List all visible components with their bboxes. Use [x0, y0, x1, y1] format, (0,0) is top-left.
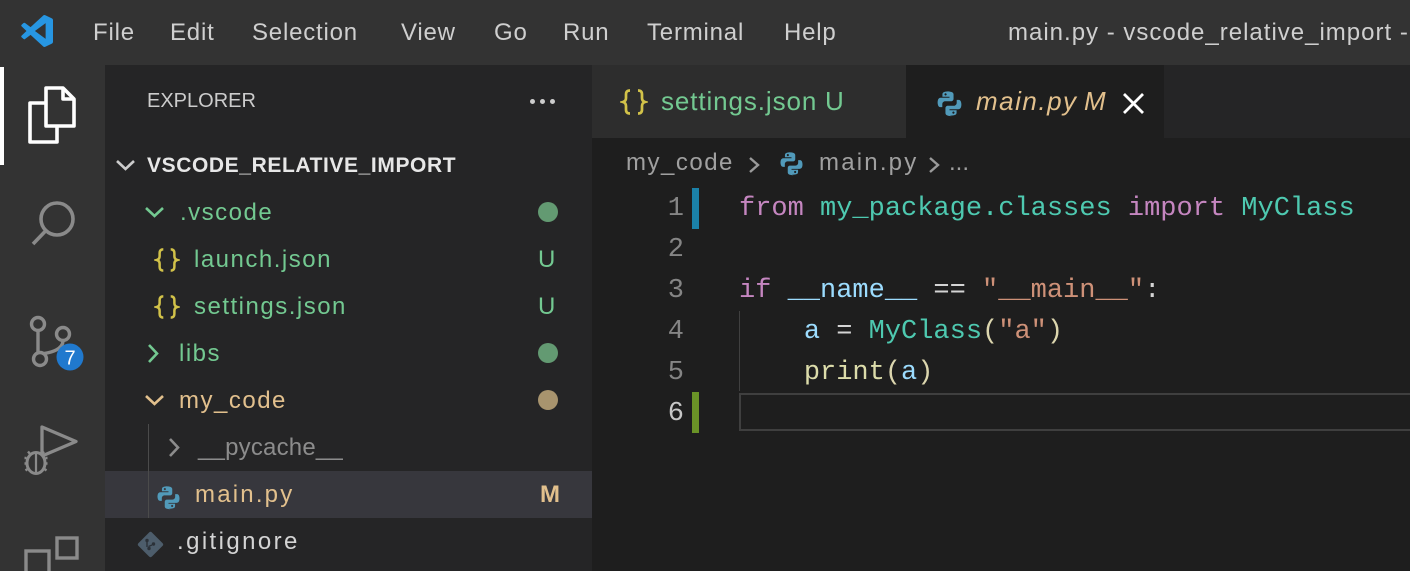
svg-text:7: 7 [64, 348, 75, 370]
